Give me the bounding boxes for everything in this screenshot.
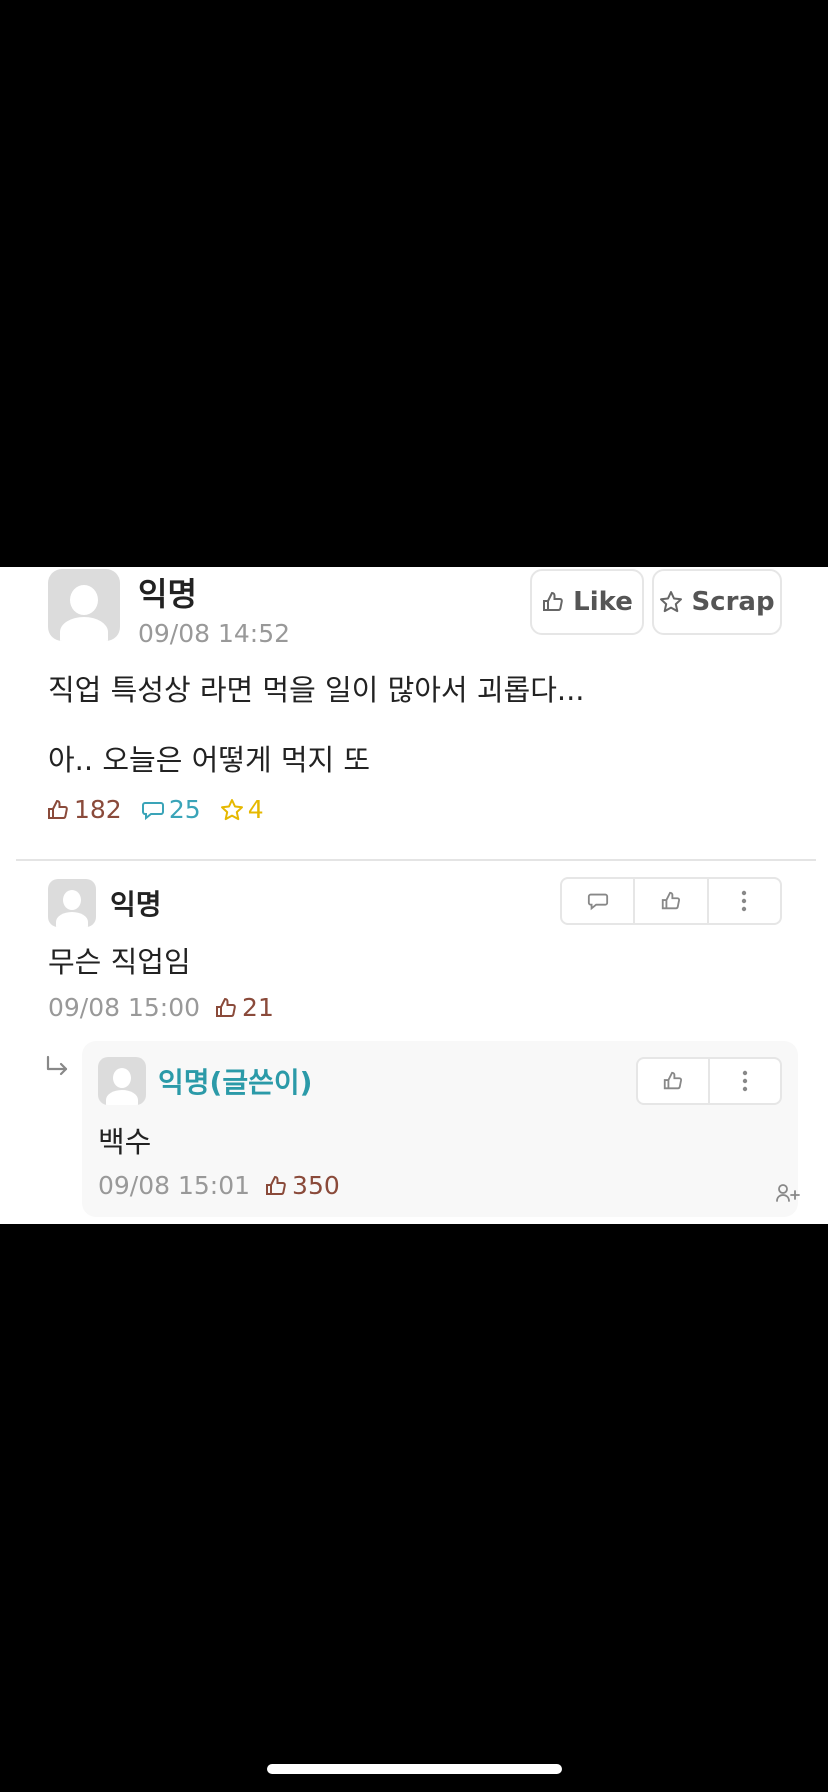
comment-author: 익명	[110, 888, 162, 921]
comment-like-count: 21	[214, 993, 274, 1022]
comment-like-count-value: 21	[242, 993, 274, 1022]
comment-timestamp: 09/08 15:00	[48, 993, 201, 1022]
reply-meta: 09/08 15:01 350	[98, 1171, 354, 1200]
reply-arrow-icon	[44, 1055, 72, 1079]
screen: 익명 09/08 14:52 Like Scrap 직업 특성상 라면 먹을 일…	[0, 0, 828, 1792]
vertical-dots-icon	[741, 890, 747, 912]
post-avatar	[48, 569, 120, 641]
comment-meta: 09/08 15:00 21	[48, 993, 288, 1022]
reply-actions	[636, 1057, 782, 1105]
speech-bubble-icon	[141, 798, 165, 822]
post-comment-count-value: 25	[168, 795, 201, 824]
reply-like-button[interactable]	[638, 1059, 708, 1103]
comment-like-button[interactable]	[633, 879, 706, 923]
post-divider	[16, 859, 816, 861]
star-icon	[220, 798, 244, 822]
post-scrap-count: 4	[220, 795, 264, 824]
reply-author: 익명(글쓴이)	[158, 1066, 313, 1099]
thumbs-up-icon	[264, 1174, 288, 1198]
post-stats: 182 25 4	[46, 795, 278, 826]
reply-like-count-value: 350	[292, 1171, 340, 1200]
comment-more-button[interactable]	[706, 879, 780, 923]
thumbs-up-icon	[46, 798, 70, 822]
mention-icon[interactable]	[776, 1183, 802, 1203]
comment-avatar	[48, 879, 96, 927]
reply-avatar	[98, 1057, 146, 1105]
thumbs-up-icon	[662, 1070, 684, 1092]
post-author: 익명	[138, 575, 197, 613]
thumbs-up-icon	[541, 590, 565, 614]
speech-bubble-icon	[587, 890, 609, 912]
post-timestamp: 09/08 14:52	[138, 619, 291, 648]
post-body-line-1: 직업 특성상 라면 먹을 일이 많아서 괴롭다...	[48, 673, 585, 707]
reply-text: 백수	[98, 1125, 152, 1159]
post-comment-count: 25	[141, 795, 201, 824]
reply-more-button[interactable]	[708, 1059, 780, 1103]
reply-like-count: 350	[264, 1171, 340, 1200]
scrap-button[interactable]: Scrap	[652, 569, 782, 635]
post-body-line-2: 아.. 오늘은 어떻게 먹지 또	[48, 743, 371, 777]
comment-text: 무슨 직업임	[48, 945, 191, 979]
like-button-label: Like	[573, 587, 633, 617]
thumbs-up-icon	[660, 890, 682, 912]
star-icon	[659, 590, 683, 614]
thumbs-up-icon	[214, 996, 238, 1020]
scrap-button-label: Scrap	[691, 587, 775, 617]
reply-timestamp: 09/08 15:01	[98, 1171, 251, 1200]
vertical-dots-icon	[742, 1070, 748, 1092]
comment-actions	[560, 877, 782, 925]
post-scrap-count-value: 4	[247, 795, 264, 824]
like-button[interactable]: Like	[530, 569, 644, 635]
home-indicator[interactable]	[267, 1764, 562, 1774]
screenshot-capture: 익명 09/08 14:52 Like Scrap 직업 특성상 라면 먹을 일…	[0, 567, 828, 1224]
comment-reply-button[interactable]	[562, 879, 633, 923]
post-like-count: 182	[46, 795, 122, 824]
post-like-count-value: 182	[74, 795, 122, 824]
